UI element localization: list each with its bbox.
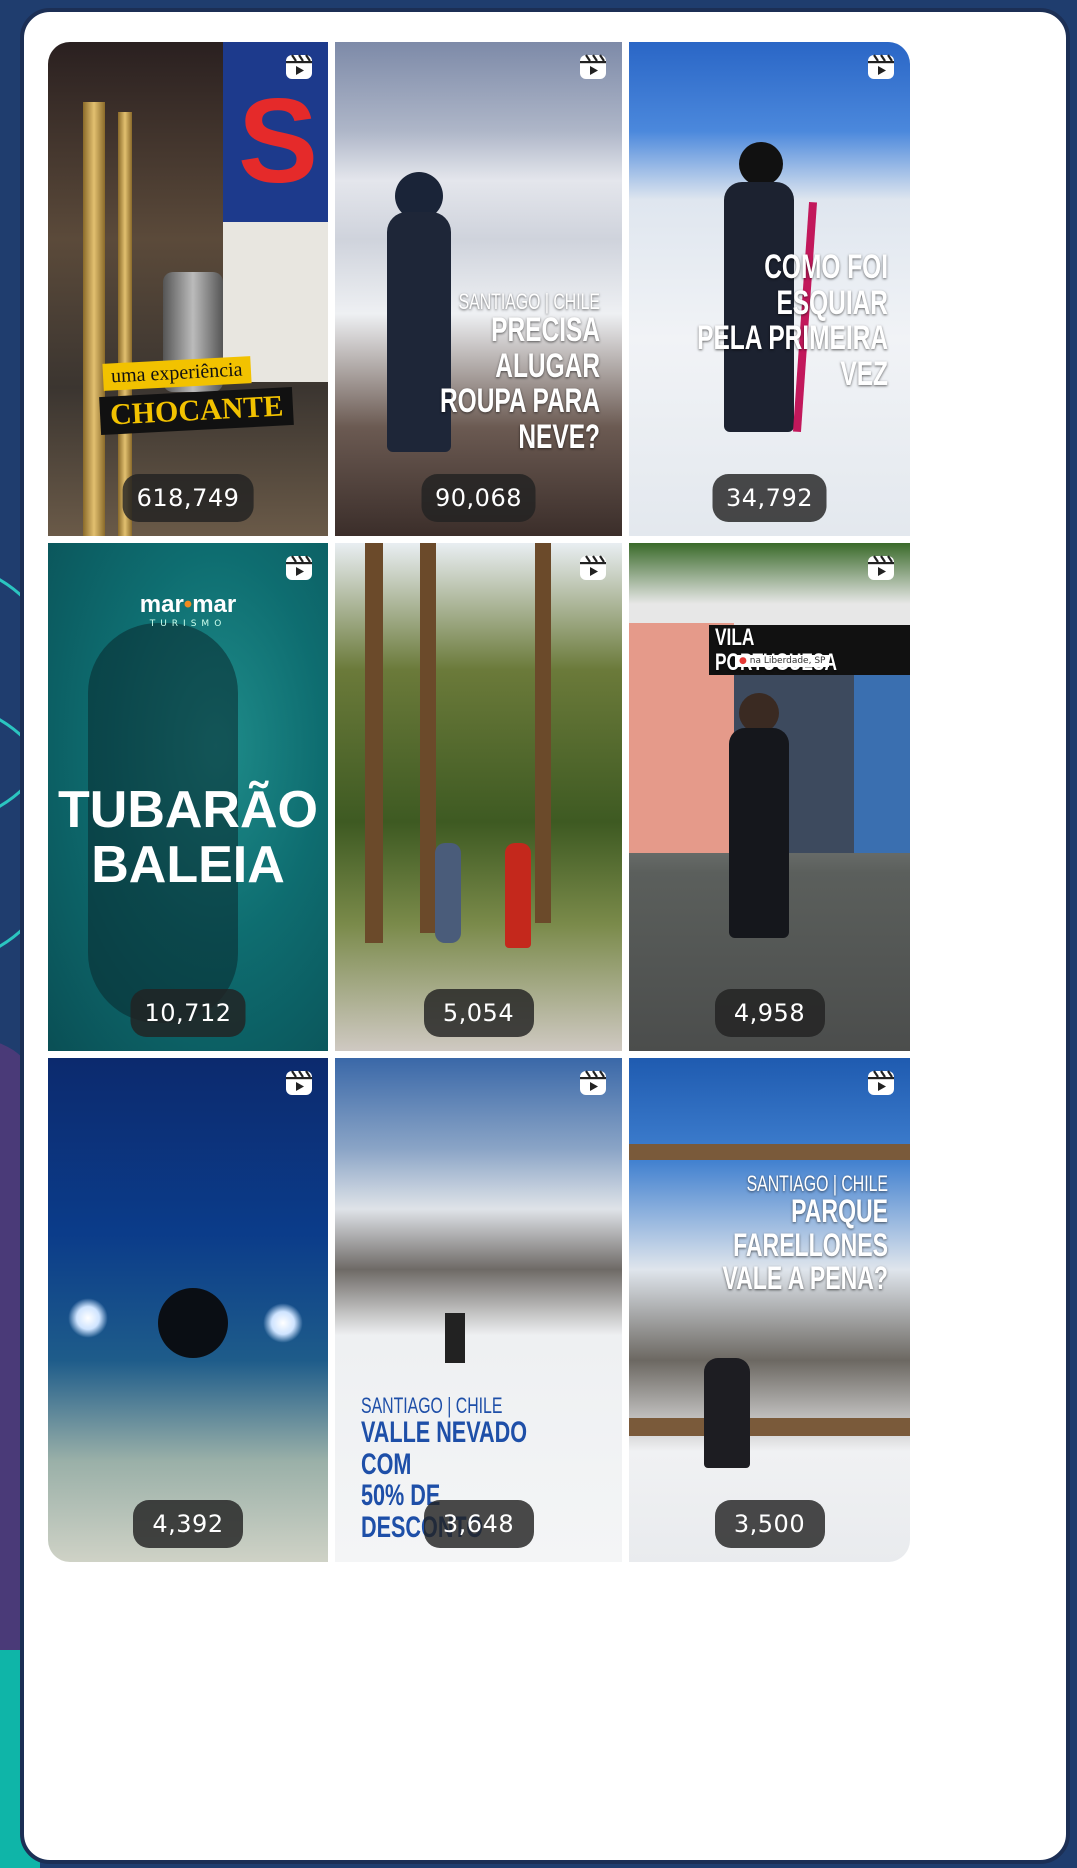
dive-light xyxy=(68,1298,108,1338)
thumbnail xyxy=(48,1058,328,1562)
view-count: 4,392 xyxy=(133,1500,243,1548)
view-count: 34,792 xyxy=(712,474,827,522)
caption-title: VALE A PENA? xyxy=(722,1260,888,1297)
brand-dot: • xyxy=(183,591,193,618)
caption-title: BALEIA xyxy=(91,835,285,894)
diver xyxy=(158,1288,228,1358)
reel-tile[interactable]: SANTIAGO | CHILE VALLE NEVADO COM 50% DE… xyxy=(335,1058,622,1562)
phone-frame: S uma experiência CHOCANTE 618,749 SANTI… xyxy=(20,8,1070,1864)
reels-icon xyxy=(284,553,314,583)
caption-title: COMO FOI ESQUIAR xyxy=(764,248,888,322)
caption-title: VALLE NEVADO COM xyxy=(361,1416,528,1481)
view-count: 3,648 xyxy=(423,1500,534,1548)
reel-tile[interactable]: mar•mar TURISMO TUBARÃO BALEIA 10,712 xyxy=(48,543,328,1051)
reel-tile[interactable]: SANTIAGO | CHILE PRECISA ALUGAR ROUPA PA… xyxy=(335,42,622,536)
location-tag: ● na Liberdade, SP xyxy=(735,655,830,667)
brass-rod xyxy=(83,102,105,536)
sign-letter: S xyxy=(238,74,319,208)
reel-tile[interactable]: 5,054 xyxy=(335,543,622,1051)
thumbnail: S xyxy=(48,42,328,536)
reels-icon xyxy=(284,52,314,82)
person-head xyxy=(739,693,779,733)
thumbnail xyxy=(335,543,622,1051)
caption-title: PARQUE FARELLONES xyxy=(733,1193,888,1263)
view-count: 618,749 xyxy=(122,474,254,522)
reels-icon xyxy=(866,1068,896,1098)
view-count: 90,068 xyxy=(421,474,536,522)
view-count: 5,054 xyxy=(423,989,534,1037)
skier xyxy=(445,1313,465,1363)
thumbnail xyxy=(629,543,910,1051)
wooden-beam xyxy=(629,1144,910,1160)
view-count: 10,712 xyxy=(130,989,246,1037)
thumbnail xyxy=(629,1058,910,1562)
wooden-bench xyxy=(629,1418,910,1436)
caption-title: PELA PRIMEIRA VEZ xyxy=(697,319,888,394)
reels-icon xyxy=(284,1068,314,1098)
reels-icon xyxy=(578,1068,608,1098)
reel-tile[interactable]: S uma experiência CHOCANTE 618,749 xyxy=(48,42,328,536)
view-count: 4,958 xyxy=(714,989,825,1037)
location-text: na Liberdade, SP xyxy=(749,656,826,666)
pin-icon: ● xyxy=(739,656,747,666)
caption-block: SANTIAGO | CHILE PRECISA ALUGAR ROUPA PA… xyxy=(335,290,600,456)
palm-trunk xyxy=(420,543,436,933)
palm-trunk xyxy=(535,543,551,923)
caption-block: SANTIAGO | CHILE PARQUE FARELLONES VALE … xyxy=(629,1172,888,1296)
brand-word: mar xyxy=(139,591,184,618)
brand-word: mar xyxy=(192,591,237,618)
palm-trunk xyxy=(365,543,383,943)
person-body xyxy=(729,728,789,938)
person-head xyxy=(739,142,783,186)
caption-title: PRECISA ALUGAR xyxy=(491,311,600,385)
caption-title: VILA PORTUGUESA xyxy=(715,624,837,676)
location-title-box: VILA PORTUGUESA xyxy=(709,625,910,675)
reel-tile[interactable]: VILA PORTUGUESA ● na Liberdade, SP 4,958 xyxy=(629,543,910,1051)
reel-tile[interactable]: COMO FOI ESQUIAR PELA PRIMEIRA VEZ 34,79… xyxy=(629,42,910,536)
reel-tile[interactable]: SANTIAGO | CHILE PARQUE FARELLONES VALE … xyxy=(629,1058,910,1562)
person xyxy=(704,1358,750,1468)
dive-light xyxy=(263,1303,303,1343)
person xyxy=(435,843,461,943)
reels-icon xyxy=(866,553,896,583)
caption-kicker: SANTIAGO | CHILE xyxy=(361,1393,503,1418)
reel-tile[interactable]: 4,392 xyxy=(48,1058,328,1562)
reels-icon xyxy=(578,52,608,82)
caption-kicker: SANTIAGO | CHILE xyxy=(746,1171,888,1196)
caption-title: ROUPA PARA NEVE? xyxy=(439,382,600,457)
caption-block: TUBARÃO BALEIA xyxy=(48,783,328,892)
caption-block: COMO FOI ESQUIAR PELA PRIMEIRA VEZ xyxy=(629,248,888,394)
brand-logo: mar•mar xyxy=(48,591,328,619)
reels-icon xyxy=(866,52,896,82)
view-count: 3,500 xyxy=(714,1500,825,1548)
person xyxy=(505,843,531,948)
caption-title: TUBARÃO xyxy=(58,781,318,839)
brand-subtitle: TURISMO xyxy=(149,619,227,629)
brass-rod xyxy=(118,112,132,536)
caption-kicker: SANTIAGO | CHILE xyxy=(458,289,600,314)
reels-icon xyxy=(578,553,608,583)
reels-grid: S uma experiência CHOCANTE 618,749 SANTI… xyxy=(48,42,910,1562)
